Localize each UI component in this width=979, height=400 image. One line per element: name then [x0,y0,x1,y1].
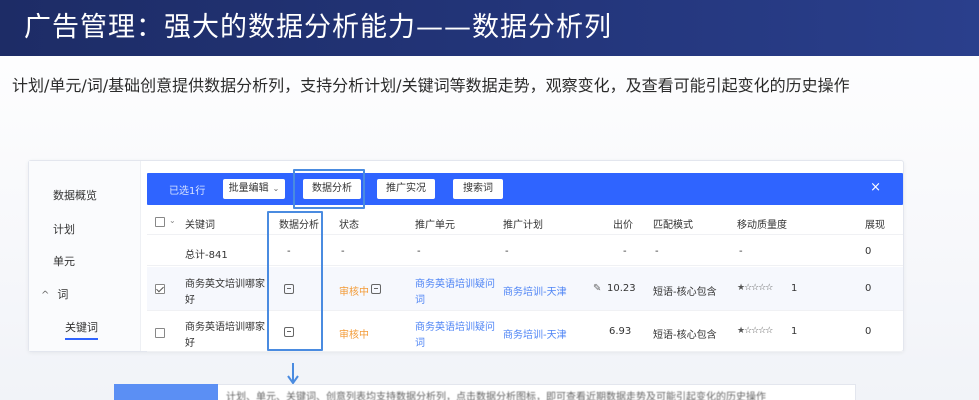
ad-manager-panel: 数据概览 计划 单元 ^ 词 关键词 已选1行 批量编辑 ⌄ 数据分析 推广实况 搜… [28,160,904,352]
chevron-down-icon: ⌄ [272,184,280,193]
batch-edit-dropdown[interactable]: 批量编辑 ⌄ [223,179,285,199]
total-unit: - [417,246,421,257]
sidebar-item-unit[interactable]: 单元 [53,253,75,269]
subtitle: 计划/单元/词/基础创意提供数据分析列，支持分析计划/关键词等数据走势，观察变化… [12,76,850,95]
column-header-match[interactable]: 匹配模式 [653,216,693,231]
table-row[interactable]: 商务英文培训哪家 好 审核中 商务英语培训疑问 词 商务培训-天津 ✎ 10.2… [147,267,903,311]
chevron-down-icon[interactable]: ⌄ [169,216,176,225]
sidebar-item-word-label: 词 [57,288,69,301]
keyword-cell-line2: 好 [185,338,195,349]
row-checkbox[interactable] [155,284,165,294]
batch-edit-label: 批量编辑 [228,183,269,194]
status-badge: 审核中 [339,330,369,341]
bid-value: 6.93 [609,326,632,337]
impressions-value: 0 [865,283,872,294]
unit-link[interactable]: 商务英语培训疑问 [415,275,495,290]
analysis-column-highlight [267,211,323,351]
row-checkbox[interactable] [155,328,165,338]
column-header-quality[interactable]: 移动质量度 [737,216,787,231]
banner-title: 广告管理：强大的数据分析能力——数据分析列 [24,12,612,43]
match-mode: 短语-核心包含 [653,330,717,341]
column-header-status[interactable]: 状态 [339,216,359,231]
column-header-impressions[interactable]: 展现 [865,216,885,231]
sidebar: 数据概览 计划 单元 ^ 词 关键词 [29,161,141,351]
unit-link[interactable]: 商务英语培训疑问 [415,318,495,333]
status-detail-icon[interactable] [371,284,381,294]
plan-link[interactable]: 商务培训-天津 [503,283,567,298]
close-icon[interactable]: × [870,180,881,195]
bid-value: 10.23 [607,283,636,294]
sidebar-item-word[interactable]: ^ 词 [41,286,68,302]
quality-value: 1 [791,283,798,294]
table-row[interactable]: 商务英语培训哪家 好 审核中 商务英语培训疑问 词 商务培训-天津 6.93 短… [147,312,903,352]
keyword-cell-line2: 好 [185,295,195,306]
column-header-bid[interactable]: 出价 [613,216,633,231]
explanation-tab [114,384,218,400]
edit-icon[interactable]: ✎ [593,283,601,294]
total-label: 总计-841 [185,250,228,261]
slide: 广告管理：强大的数据分析能力——数据分析列 计划/单元/词/基础创意提供数据分析… [0,0,979,400]
status-badge: 审核中 [339,287,369,298]
column-header-keyword[interactable]: 关键词 [185,216,215,231]
impressions-value: 0 [865,326,872,337]
quality-stars: ★☆☆☆☆ [737,326,773,336]
promote-live-button[interactable]: 推广实况 [377,179,435,199]
chevron-up-icon: ^ [41,290,50,301]
column-header-unit[interactable]: 推广单元 [415,216,455,231]
match-mode: 短语-核心包含 [653,287,717,298]
total-plan: - [505,246,509,257]
total-quality: - [739,246,743,257]
keyword-cell: 商务英文培训哪家 [185,279,265,290]
sidebar-item-overview[interactable]: 数据概览 [53,187,97,203]
title-banner: 广告管理：强大的数据分析能力——数据分析列 [0,0,979,56]
keyword-cell: 商务英语培训哪家 [185,322,265,333]
sidebar-item-keyword[interactable]: 关键词 [65,319,98,340]
batch-toolbar: 已选1行 批量编辑 ⌄ 数据分析 推广实况 搜索词 × [147,173,903,205]
select-all-checkbox[interactable] [155,217,165,227]
search-terms-button[interactable]: 搜索词 [453,179,503,199]
total-status: - [341,246,345,257]
table-header: ⌄ 关键词 数据分析 状态 推广单元 推广计划 出价 匹配模式 移动质量度 展现 [147,209,903,235]
total-impressions: 0 [865,246,872,257]
sidebar-item-plan[interactable]: 计划 [53,221,75,237]
unit-link-line2[interactable]: 词 [415,291,425,306]
total-match: - [655,246,659,257]
column-header-plan[interactable]: 推广计划 [503,216,543,231]
plan-link[interactable]: 商务培训-天津 [503,326,567,341]
quality-stars: ★☆☆☆☆ [737,283,773,293]
data-analysis-highlight [293,169,365,209]
keyword-table: ⌄ 关键词 数据分析 状态 推广单元 推广计划 出价 匹配模式 移动质量度 展现… [147,209,903,352]
explanation-text: 计划、单元、关键词、创意列表均支持数据分析列，点击数据分析图标，即可查看近期数据… [226,392,766,400]
total-bid: - [623,246,627,257]
table-row-total: 总计-841 - - - - - - - 0 [147,236,903,266]
quality-value: 1 [791,326,798,337]
unit-link-line2[interactable]: 词 [415,334,425,349]
selected-count: 已选1行 [169,186,206,197]
